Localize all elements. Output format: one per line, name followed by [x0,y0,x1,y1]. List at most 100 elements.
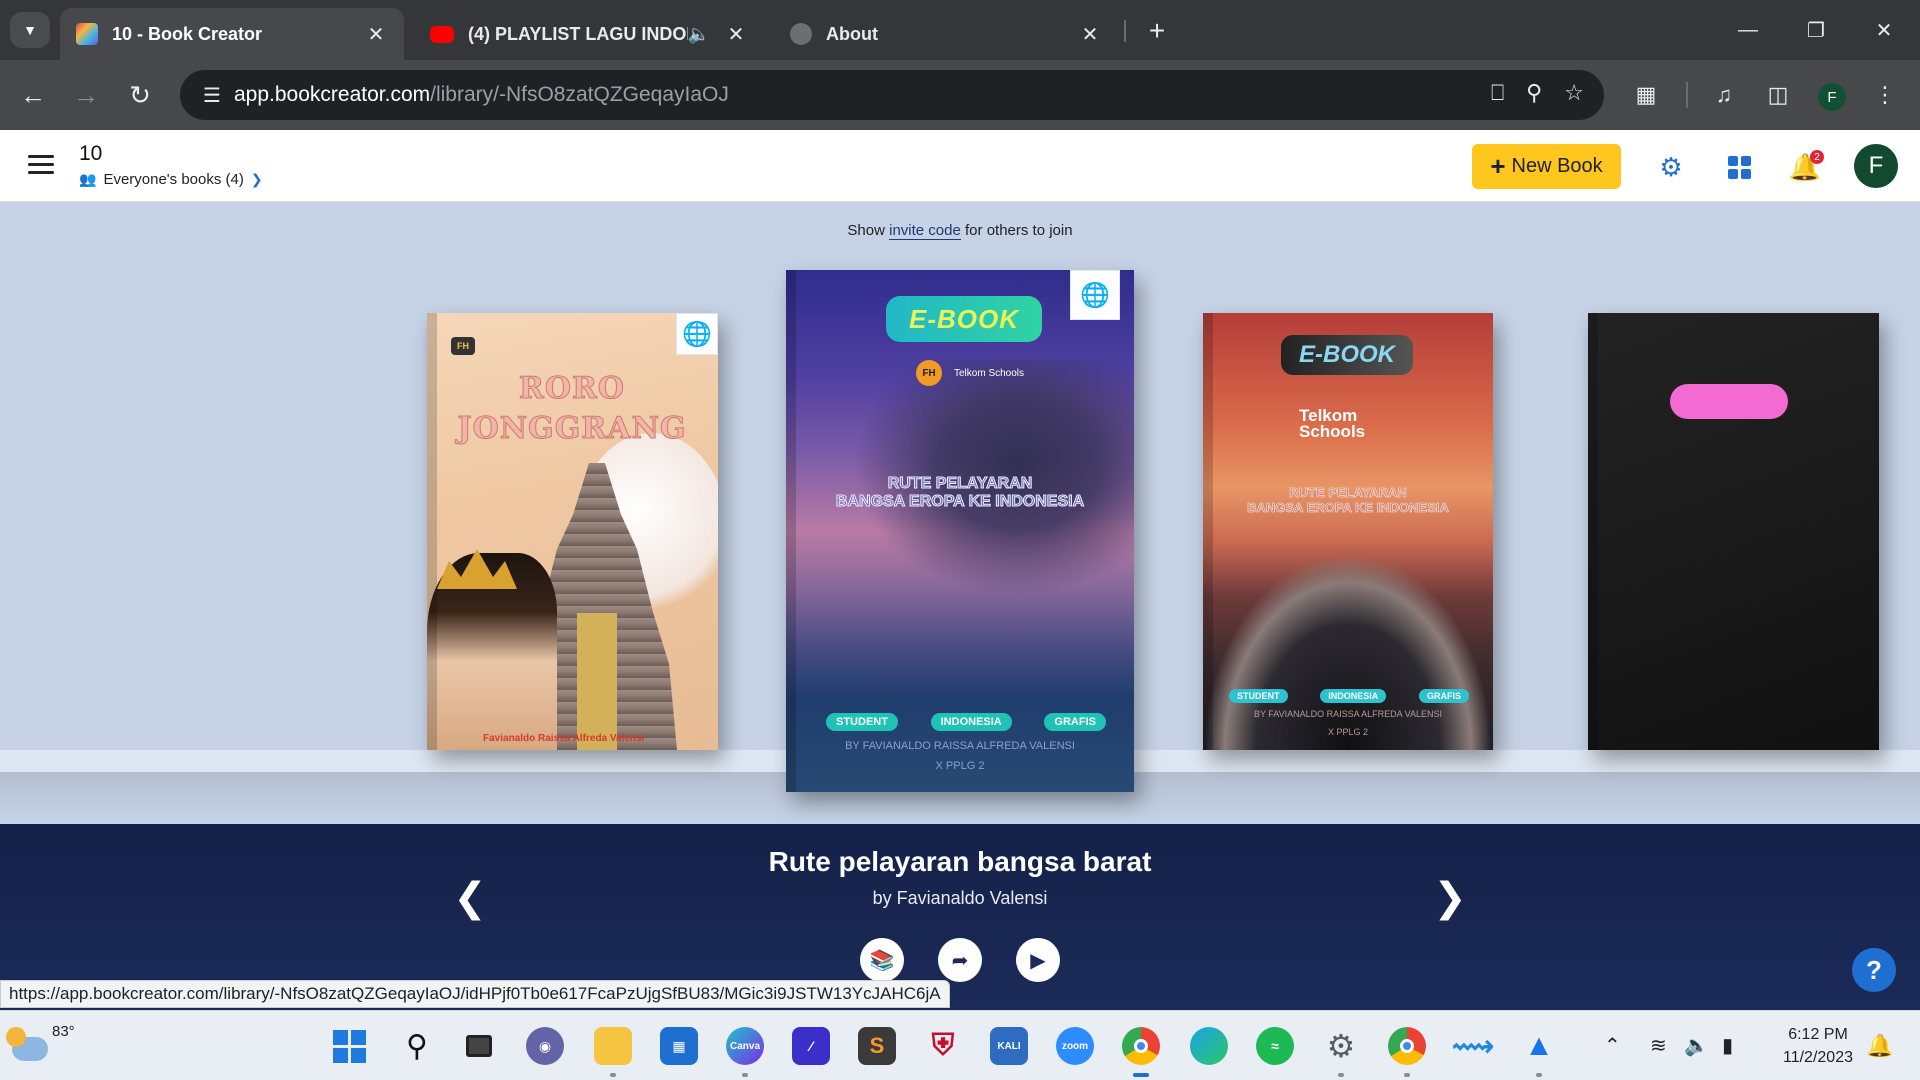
arrow-left-icon: ← [20,79,46,110]
restore-button[interactable]: ❐ [1796,12,1836,48]
volume-icon[interactable]: 🔈 [1684,1033,1709,1058]
close-icon[interactable]: ✕ [1078,22,1102,47]
temple-door-illustration [577,613,617,750]
book-cover-roro-jonggrang[interactable]: FH RORO JONGGRANG Favianaldo Raissa Alfr… [427,313,718,750]
task-view-icon[interactable] [460,1027,498,1065]
close-icon[interactable]: ✕ [724,22,748,47]
apps-grid-icon[interactable] [1724,152,1754,182]
windows-start-icon[interactable] [330,1027,368,1065]
notification-center-bell-icon[interactable]: 🔔 [1866,1033,1893,1059]
zoom-icon[interactable]: zoom [1056,1027,1094,1065]
speaker-icon[interactable]: 🔈 [688,24,710,45]
book-cover-by-line: BY FAVIANALDO RAISSA ALFREDA VALENSI [845,740,1075,752]
address-bar[interactable]: ☰ app.bookcreator.com/library/-NfsO8zatQ… [180,70,1604,120]
kali-linux-icon[interactable]: KALI [990,1027,1028,1065]
book-cover-rute-pelayaran-selected[interactable]: E-BOOK FH Telkom Schools RUTE PELAYARAN … [786,270,1134,792]
new-tab-button[interactable]: + [1140,14,1174,48]
tab-about[interactable]: About ✕ [774,8,1118,60]
extensions-icon[interactable]: ▦ [1628,78,1664,112]
weather-temperature: 83° [52,1023,75,1040]
vscode-icon[interactable]: ⟿ [1452,1027,1495,1065]
tab-title: 10 - Book Creator [112,23,263,44]
library-title: 10 [79,142,103,165]
show-hidden-icons-chevron-icon[interactable]: ⌃ [1604,1033,1621,1058]
next-book-button[interactable]: ❯ [1430,876,1470,920]
reload-button[interactable]: ↻ [122,77,158,113]
mcafee-icon[interactable]: ⛨ [924,1027,962,1065]
book-cover-class-line: X PPLG 2 [935,760,985,772]
search-icon[interactable]: ⚲ [398,1027,436,1065]
book-cover-author: Favianaldo Raissa Alfreda Valensi [483,733,645,744]
invite-code-link[interactable]: invite code [889,222,961,240]
spotify-icon[interactable]: ≈ [1256,1027,1294,1065]
invite-suffix: for others to join [965,222,1073,239]
notifications-bell-icon[interactable]: 🔔 2 [1789,150,1824,182]
file-explorer-icon[interactable] [594,1027,632,1077]
arrow-right-icon: → [73,79,99,110]
sublime-text-icon[interactable]: S [858,1027,896,1065]
library-filter-dropdown[interactable]: 👥 Everyone's books (4) ❯ [79,171,263,188]
canva-icon[interactable]: Canva [726,1027,764,1077]
notification-count-badge: 2 [1810,150,1824,164]
close-icon[interactable]: ✕ [364,22,388,47]
library-filter-label: Everyone's books (4) [103,171,244,188]
play-icon: ▶ [1030,949,1046,972]
school-logos: FH Telkom Schools [916,360,1024,386]
book-tags: STUDENT INDONESIA GRAFIS [1229,689,1469,703]
taskbar-clock[interactable]: 6:12 PM 11/2/2023 [1768,1023,1868,1069]
edge-icon[interactable] [1190,1027,1228,1065]
tag-indonesia: INDONESIA [930,713,1012,731]
minimize-button[interactable]: — [1728,12,1768,48]
book-cover-title-line-2: BANGSA EROPA KE INDONESIA [835,493,1085,511]
install-app-icon[interactable]: ⎕ [1491,80,1504,106]
back-button[interactable]: ← [15,77,51,113]
ship-deck-illustration [1203,553,1493,750]
wireshark-icon[interactable]: ▲ [1520,1027,1558,1077]
clock-time: 6:12 PM [1788,1026,1848,1043]
microsoft-store-icon[interactable]: ▦ [660,1027,698,1065]
selected-book-title: Rute pelayaran bangsa barat [768,846,1152,877]
media-control-icon[interactable]: ♫ [1706,78,1742,112]
bookmark-star-icon[interactable]: ☆ [1564,80,1584,106]
menu-icon[interactable] [28,155,54,175]
close-window-button[interactable]: ✕ [1864,12,1904,48]
telkom-logo-text: Telkom Schools [954,367,1025,379]
library-books-button[interactable]: 📚 [860,938,904,982]
globe-published-icon[interactable]: 🌐 [676,313,718,355]
tab-search-button[interactable]: ▼ [10,12,50,48]
more-menu-icon[interactable]: ⋮ [1870,78,1900,112]
side-panel-icon[interactable]: ◫ [1760,78,1796,112]
book-cover-title: RUTE PELAYARAN BANGSA EROPA KE INDONESIA [786,475,1134,511]
tag-student: STUDENT [1229,689,1288,703]
wifi-icon[interactable]: ≋ [1650,1033,1667,1058]
profile-avatar[interactable]: F [1818,83,1846,111]
chrome-profile-icon[interactable] [1388,1027,1426,1077]
chrome-icon[interactable] [1122,1027,1160,1077]
new-book-button[interactable]: + New Book [1472,144,1621,189]
globe-published-icon[interactable]: 🌐 [1070,270,1120,320]
zoom-icon[interactable]: ⚲ [1526,80,1542,106]
book-cover-rute-pelayaran-ship[interactable]: E-BOOK Telkom Schools RUTE PELAYARAN BAN… [1203,313,1493,750]
people-icon: 👥 [79,171,97,187]
share-button[interactable]: ➦ [938,938,982,982]
book-spine [1203,313,1213,750]
settings-gear-icon[interactable]: ⚙ [1322,1027,1360,1077]
site-settings-icon[interactable]: ☰ [190,83,234,108]
tab-book-creator[interactable]: 10 - Book Creator ✕ [60,8,404,60]
book-cover-title-line-2: BANGSA EROPA KE INDONESIA [1247,500,1449,516]
user-avatar[interactable]: F [1854,144,1898,188]
affinity-icon[interactable]: ⁄ [792,1027,830,1065]
play-read-button[interactable]: ▶ [1016,938,1060,982]
settings-gear-icon[interactable]: ⚙ [1656,152,1686,182]
battery-icon[interactable]: ▮ [1722,1033,1733,1058]
book-cover-untitled-black[interactable] [1588,313,1879,750]
help-button[interactable]: ? [1852,948,1896,992]
teams-chat-icon[interactable]: ◉ [526,1027,564,1065]
tab-separator [1124,20,1126,42]
chevron-down-icon: ❯ [250,171,263,187]
book-creator-favicon-icon [76,23,98,45]
weather-widget[interactable]: 83° [6,1023,75,1061]
plus-icon: + [1490,151,1506,181]
forward-button[interactable]: → [68,77,104,113]
tab-youtube-playlist[interactable]: (4) PLAYLIST LAGU INDON 🔈 ✕ [414,8,764,60]
